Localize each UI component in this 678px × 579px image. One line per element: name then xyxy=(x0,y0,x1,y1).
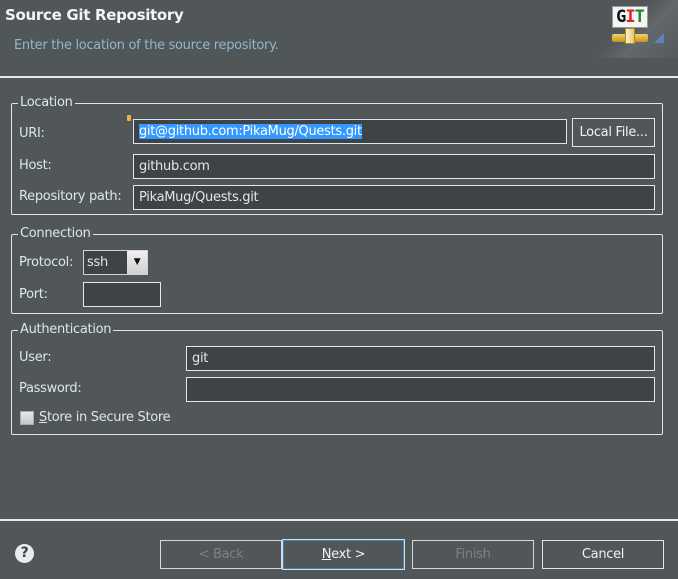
uri-label: URI: xyxy=(19,126,45,141)
page-subtitle: Enter the location of the source reposit… xyxy=(14,38,279,53)
header-divider xyxy=(0,76,678,78)
protocol-select[interactable]: ssh ▼ xyxy=(83,250,148,275)
store-secure-checkbox[interactable] xyxy=(20,411,34,425)
port-label: Port: xyxy=(19,287,48,302)
password-input[interactable] xyxy=(186,377,655,402)
repository-path-label: Repository path: xyxy=(19,189,122,204)
host-label: Host: xyxy=(19,158,52,173)
protocol-label: Protocol: xyxy=(19,255,74,270)
next-button[interactable]: Next > xyxy=(282,539,405,570)
port-input[interactable] xyxy=(83,282,161,307)
user-label: User: xyxy=(19,350,52,365)
password-label: Password: xyxy=(19,381,82,396)
host-input[interactable]: github.com xyxy=(133,154,655,179)
uri-input[interactable]: git@github.com:PikaMug/Quests.git xyxy=(133,119,567,144)
authentication-legend: Authentication xyxy=(18,322,114,338)
local-file-button[interactable]: Local File... xyxy=(572,118,655,147)
content-assist-icon xyxy=(127,115,131,121)
finish-button[interactable]: Finish xyxy=(412,540,534,569)
user-input[interactable]: git xyxy=(186,346,655,371)
footer-divider xyxy=(0,519,678,521)
location-legend: Location xyxy=(18,95,75,111)
back-button[interactable]: < Back xyxy=(160,540,282,569)
git-logo-icon: GIT xyxy=(598,0,678,58)
help-icon[interactable]: ? xyxy=(15,544,34,563)
cancel-button[interactable]: Cancel xyxy=(542,540,664,569)
repository-path-input[interactable]: PikaMug/Quests.git xyxy=(133,185,655,210)
connection-legend: Connection xyxy=(18,226,93,242)
page-title: Source Git Repository xyxy=(5,6,184,24)
chevron-down-icon[interactable]: ▼ xyxy=(127,251,147,274)
store-secure-label[interactable]: Store in Secure Store xyxy=(39,410,171,426)
